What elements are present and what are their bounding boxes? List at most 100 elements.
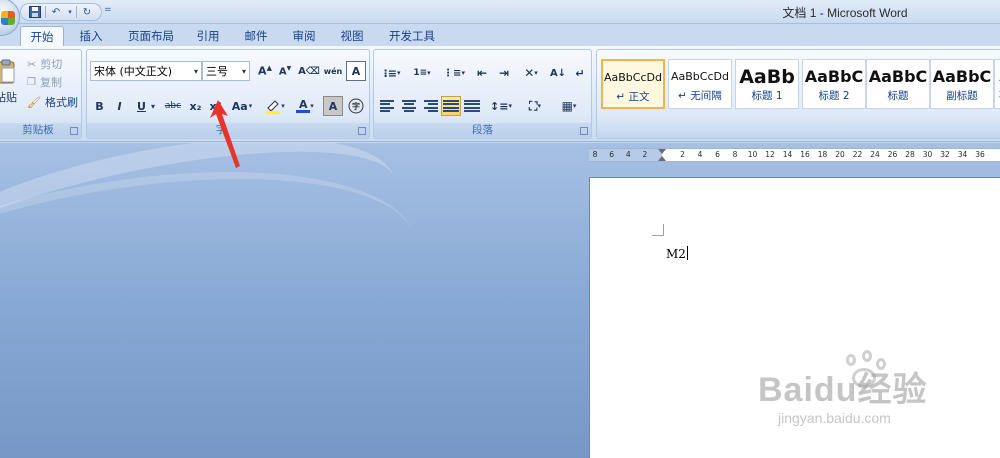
underline-button[interactable]: U: [133, 96, 150, 116]
ruler-tick-label: 14: [782, 150, 793, 159]
brush-icon: 🖌: [27, 95, 41, 109]
clipboard-dialog-launcher-icon[interactable]: [70, 127, 78, 135]
font-color-button[interactable]: A ▾: [291, 96, 319, 116]
shrink-font-button[interactable]: A▼: [275, 61, 295, 81]
ruler-tick-label: 10: [747, 150, 758, 159]
text-highlight-button[interactable]: ▾: [261, 96, 289, 116]
line-spacing-button[interactable]: ↕≡ ▾: [486, 96, 516, 116]
align-left-button[interactable]: [378, 96, 398, 116]
copy-label: 复制: [39, 76, 62, 89]
style-heading-1[interactable]: AaBb 标题 1: [735, 59, 799, 109]
style-name: 不: [995, 88, 1000, 103]
cut-button[interactable]: ✂ 剪切: [27, 56, 62, 72]
style-sample: AaBbC: [868, 67, 928, 86]
style-partial[interactable]: A 不: [994, 59, 1000, 109]
multilevel-list-button[interactable]: ⋮≡ ▾: [440, 63, 468, 83]
italic-button[interactable]: I: [111, 96, 128, 116]
strikethrough-icon: abc: [164, 101, 182, 111]
tab-references[interactable]: 引用: [188, 26, 228, 46]
ruler-tick-label: 32: [940, 150, 950, 159]
format-painter-button[interactable]: 🖌 格式刷: [27, 94, 78, 110]
tab-page-layout[interactable]: 页面布局: [120, 26, 182, 46]
distributed-icon: [464, 100, 480, 112]
ruler-tick-label: 6: [715, 150, 720, 159]
ruler-tick-label: 2: [680, 150, 685, 159]
increase-indent-button[interactable]: ⇥: [494, 63, 514, 83]
bold-button[interactable]: B: [91, 96, 108, 116]
styles-group: AaBbCcDd ↵ 正文 AaBbCcDd ↵ 无间隔 AaBb 标题 1 A…: [596, 49, 1000, 139]
tab-insert[interactable]: 插入: [72, 26, 110, 46]
character-border-icon: A: [351, 64, 361, 78]
bold-icon: B: [95, 99, 104, 113]
chevron-down-icon: ▾: [396, 69, 401, 77]
ruler-tick-label: 18: [817, 150, 828, 159]
style-heading-2[interactable]: AaBbC 标题 2: [802, 59, 866, 109]
shrink-font-icon: A▼: [278, 64, 292, 78]
justify-icon: [443, 100, 459, 112]
tab-mailings[interactable]: 邮件: [236, 26, 276, 46]
paragraph-dialog-launcher-icon[interactable]: [580, 127, 588, 135]
clear-formatting-button[interactable]: A⌫: [298, 61, 320, 81]
style-name: 标题: [887, 90, 909, 102]
paragraph-mark-icon: ↵: [575, 66, 585, 80]
tab-review[interactable]: 审阅: [284, 26, 324, 46]
align-right-button[interactable]: [420, 96, 440, 116]
ruler-tick-label: 4: [625, 150, 631, 159]
align-center-button[interactable]: [399, 96, 419, 116]
align-center-icon: [401, 100, 417, 112]
paragraph-group-label: 段落: [374, 123, 591, 137]
style-subtitle[interactable]: AaBbC 副标题: [930, 59, 994, 109]
style-sample: AaBbC: [804, 67, 864, 86]
justify-button[interactable]: [441, 96, 461, 116]
chevron-down-icon: ▾: [572, 102, 577, 110]
paste-button[interactable]: 粘贴: [0, 54, 17, 110]
style-normal[interactable]: AaBbCcDd ↵ 正文: [601, 59, 665, 109]
strikethrough-button[interactable]: abc: [163, 96, 183, 116]
ruler-tick-label: 8: [592, 150, 598, 159]
subscript-button[interactable]: x₂: [187, 96, 204, 116]
paint-bucket-icon: ⛶: [529, 98, 538, 113]
decrease-indent-button[interactable]: ⇤: [472, 63, 492, 83]
first-line-indent-marker-icon[interactable]: [658, 149, 666, 154]
enclose-characters-button[interactable]: 字: [346, 96, 366, 116]
underline-dropdown-icon[interactable]: ▾: [151, 102, 155, 111]
tab-home[interactable]: 开始: [20, 26, 64, 46]
font-name-combo[interactable]: 宋体 (中文正文) ▾: [90, 61, 202, 81]
underline-icon: U: [137, 99, 146, 113]
ruler-tick-label: 36: [975, 150, 985, 159]
chinese-layout-button[interactable]: ✕ ▾: [516, 63, 546, 83]
font-size-combo[interactable]: 三号 ▾: [202, 61, 250, 81]
distributed-button[interactable]: [462, 96, 482, 116]
ruler-tick-label: 12: [765, 150, 775, 159]
italic-icon: I: [117, 99, 122, 113]
ribbon: 粘贴 ✂ 剪切 ❐ 复制 🖌 格式刷 剪贴板 宋体 (中文正文) ▾ 三号 ▾ …: [0, 46, 1000, 142]
style-title[interactable]: AaBbC 标题: [866, 59, 930, 109]
font-size-value: 三号: [206, 65, 228, 78]
decrease-indent-icon: ⇤: [476, 66, 488, 80]
font-color-icon: A: [296, 99, 311, 113]
document-text: M2: [666, 247, 686, 261]
watermark-brand: Baidu经验: [758, 371, 928, 409]
hanging-indent-marker-icon[interactable]: [658, 156, 666, 161]
tab-view[interactable]: 视图: [332, 26, 372, 46]
show-marks-button[interactable]: ↵: [570, 63, 590, 83]
horizontal-ruler[interactable]: 8 6 4 2 2 4 6 8 10 12 14 16 18 20 22 24 26 28 30 32 34 36: [589, 148, 1000, 162]
grow-font-button[interactable]: A▲: [255, 61, 275, 81]
chevron-down-icon: ▾: [248, 102, 253, 110]
svg-text:字: 字: [352, 101, 360, 111]
copy-button[interactable]: ❐ 复制: [27, 74, 62, 90]
ruler-tick-label: 34: [957, 150, 968, 159]
font-dialog-launcher-icon[interactable]: [358, 127, 366, 135]
bullets-button[interactable]: ⁝≡ ▾: [378, 63, 406, 83]
tab-developer[interactable]: 开发工具: [382, 26, 442, 46]
numbering-button[interactable]: 1≡ ▾: [408, 63, 436, 83]
sort-button[interactable]: A↓: [548, 63, 568, 83]
shading-button[interactable]: ⛶ ▾: [520, 96, 550, 116]
character-shading-button[interactable]: A: [323, 96, 343, 116]
document-body-text[interactable]: M2: [666, 246, 688, 261]
style-no-spacing[interactable]: AaBbCcDd ↵ 无间隔: [668, 59, 732, 109]
borders-button[interactable]: ▦ ▾: [554, 96, 584, 116]
phonetic-guide-button[interactable]: wén: [323, 61, 343, 81]
align-left-icon: [380, 100, 396, 112]
character-border-button[interactable]: A: [346, 61, 366, 81]
